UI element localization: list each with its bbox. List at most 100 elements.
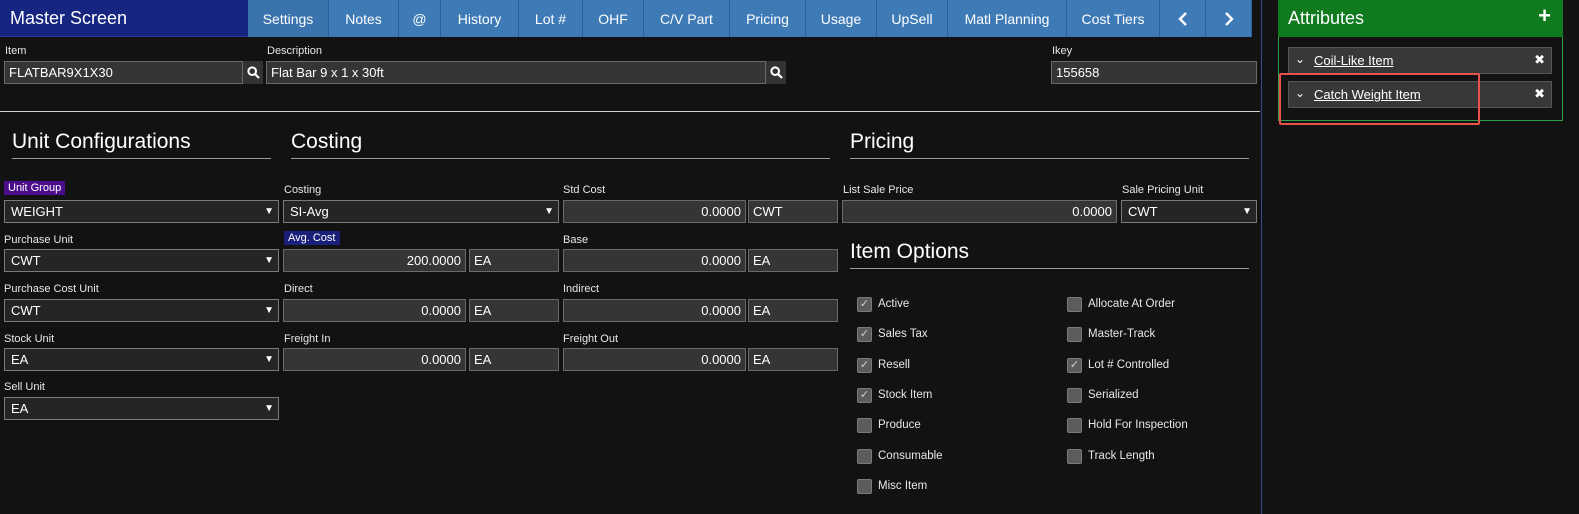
list-sale-price-input[interactable]: 0.0000	[842, 200, 1117, 223]
search-icon	[769, 66, 783, 79]
stock-unit-select[interactable]: EA ▼	[4, 348, 279, 371]
costing-heading: Costing	[291, 130, 830, 159]
tab-upsell[interactable]: UpSell	[877, 0, 948, 37]
lot-controlled-label: Lot # Controlled	[1088, 359, 1170, 371]
sell-unit-value: EA	[11, 401, 29, 416]
description-label: Description	[267, 45, 323, 57]
chevron-down-icon: ▼	[1242, 206, 1252, 217]
active-label: Active	[878, 298, 910, 310]
unit-configurations-heading: Unit Configurations	[12, 130, 271, 159]
sale-pricing-unit-select[interactable]: CWT ▼	[1121, 200, 1257, 223]
list-sale-price-label: List Sale Price	[843, 184, 914, 196]
purchase-cost-unit-value: CWT	[11, 303, 41, 318]
costing-value: SI-Avg	[290, 204, 329, 219]
tab-usage[interactable]: Usage	[806, 0, 877, 37]
tab-at[interactable]: @	[399, 0, 441, 37]
avg-cost-label: Avg. Cost	[284, 231, 340, 245]
std-cost-unit: CWT	[748, 200, 838, 223]
add-attribute-button[interactable]: +	[1538, 3, 1551, 29]
std-cost-input[interactable]: 0.0000	[563, 200, 746, 223]
tab-next-button[interactable]	[1206, 0, 1252, 37]
close-icon[interactable]: ✖	[1534, 52, 1545, 68]
sell-unit-label: Sell Unit	[4, 381, 45, 393]
search-icon	[246, 66, 260, 79]
checkmark-icon: ✓	[859, 389, 870, 401]
tab-cv-part[interactable]: C/V Part	[644, 0, 730, 37]
chevron-right-icon	[1224, 11, 1234, 26]
costing-label: Costing	[284, 184, 322, 196]
misc-item-label: Misc Item	[878, 480, 928, 492]
base-input[interactable]: 0.0000	[563, 249, 746, 272]
freight-in-label: Freight In	[284, 333, 331, 345]
freight-out-input[interactable]: 0.0000	[563, 348, 746, 371]
allocate-at-order-label: Allocate At Order	[1088, 298, 1175, 310]
chevron-down-icon: ▼	[264, 403, 274, 414]
tab-matl-planning[interactable]: Matl Planning	[948, 0, 1067, 37]
item-search-button[interactable]	[243, 61, 263, 84]
indirect-input[interactable]: 0.0000	[563, 299, 746, 322]
sale-pricing-unit-label: Sale Pricing Unit	[1122, 184, 1204, 196]
purchase-unit-select[interactable]: CWT ▼	[4, 249, 279, 272]
panel-divider	[1261, 0, 1262, 514]
tab-settings[interactable]: Settings	[248, 0, 329, 37]
tab-ohf[interactable]: OHF	[583, 0, 644, 37]
track-length-label: Track Length	[1088, 450, 1155, 462]
attributes-title: Attributes	[1288, 8, 1365, 28]
resell-checkbox[interactable]: ✓	[857, 358, 872, 373]
serialized-checkbox[interactable]	[1067, 388, 1082, 403]
tab-history[interactable]: History	[441, 0, 519, 37]
tab-notes[interactable]: Notes	[329, 0, 399, 37]
lot-controlled-checkbox[interactable]: ✓	[1067, 358, 1082, 373]
produce-checkbox[interactable]	[857, 418, 872, 433]
direct-input[interactable]: 0.0000	[283, 299, 466, 322]
purchase-unit-value: CWT	[11, 253, 41, 268]
header-divider	[0, 111, 1260, 112]
base-label: Base	[563, 234, 589, 246]
description-search-button[interactable]	[766, 61, 786, 84]
freight-out-unit: EA	[748, 348, 838, 371]
sales-tax-checkbox[interactable]: ✓	[857, 327, 872, 342]
misc-item-checkbox[interactable]	[857, 479, 872, 494]
stock-item-checkbox[interactable]: ✓	[857, 388, 872, 403]
active-checkbox[interactable]: ✓	[857, 297, 872, 312]
purchase-cost-unit-select[interactable]: CWT ▼	[4, 299, 279, 322]
checkmark-icon: ✓	[859, 298, 870, 310]
item-input[interactable]: FLATBAR9X1X30	[4, 61, 243, 84]
plus-icon: +	[1538, 3, 1551, 28]
chevron-down-icon: ▼	[264, 354, 274, 365]
freight-in-input[interactable]: 0.0000	[283, 348, 466, 371]
consumable-checkbox[interactable]	[857, 449, 872, 464]
chevron-down-icon[interactable]: ⌄	[1295, 52, 1305, 66]
tab-pricing[interactable]: Pricing	[730, 0, 806, 37]
checkmark-icon: ✓	[859, 359, 870, 371]
chevron-down-icon: ▼	[264, 305, 274, 316]
sell-unit-select[interactable]: EA ▼	[4, 397, 279, 420]
avg-cost-input[interactable]: 200.0000	[283, 249, 466, 272]
description-input[interactable]: Flat Bar 9 x 1 x 30ft	[266, 61, 766, 84]
sales-tax-label: Sales Tax	[878, 328, 928, 340]
direct-label: Direct	[284, 283, 313, 295]
checkmark-icon: ✓	[1069, 359, 1080, 371]
tab-prev-button[interactable]	[1160, 0, 1206, 37]
avg-cost-unit: EA	[469, 249, 559, 272]
master-track-checkbox[interactable]	[1067, 327, 1082, 342]
std-cost-label: Std Cost	[563, 184, 606, 196]
ikey-input[interactable]: 155658	[1051, 61, 1257, 84]
checkmark-icon: ✓	[859, 328, 870, 340]
track-length-checkbox[interactable]	[1067, 449, 1082, 464]
close-icon[interactable]: ✖	[1534, 86, 1545, 102]
tab-lot[interactable]: Lot #	[519, 0, 583, 37]
hold-for-inspection-checkbox[interactable]	[1067, 418, 1082, 433]
chevron-down-icon: ▼	[264, 206, 274, 217]
chevron-down-icon: ▼	[544, 206, 554, 217]
tab-cost-tiers[interactable]: Cost Tiers	[1067, 0, 1160, 37]
allocate-at-order-checkbox[interactable]	[1067, 297, 1082, 312]
unit-group-select[interactable]: WEIGHT ▼	[4, 200, 279, 223]
produce-label: Produce	[878, 419, 921, 431]
direct-unit: EA	[469, 299, 559, 322]
costing-select[interactable]: SI-Avg ▼	[283, 200, 559, 223]
consumable-label: Consumable	[878, 450, 943, 462]
freight-in-unit: EA	[469, 348, 559, 371]
resell-label: Resell	[878, 359, 910, 371]
attribute-link[interactable]: Coil-Like Item	[1314, 53, 1393, 68]
